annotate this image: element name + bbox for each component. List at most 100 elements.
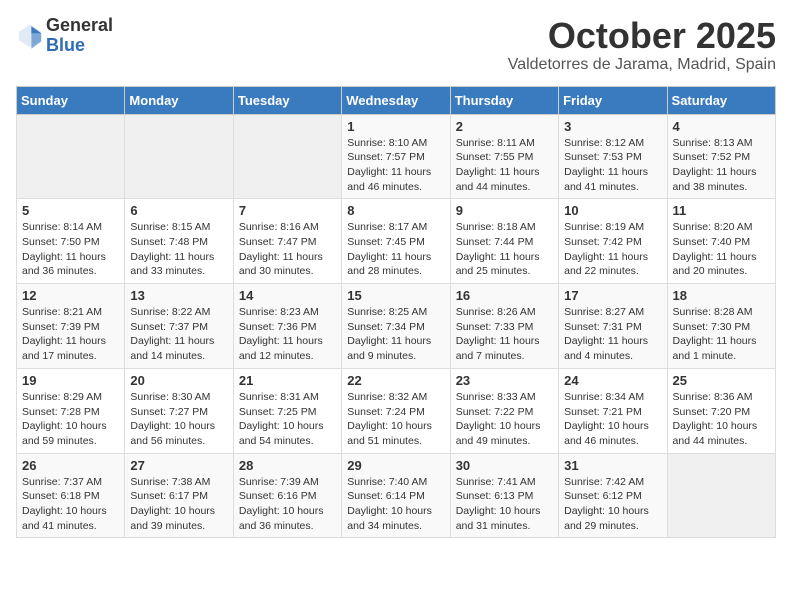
day-info: Sunrise: 8:31 AM Sunset: 7:25 PM Dayligh… [239,390,336,449]
day-number: 10 [564,203,661,218]
day-info: Sunrise: 8:22 AM Sunset: 7:37 PM Dayligh… [130,305,227,364]
calendar-cell: 31Sunrise: 7:42 AM Sunset: 6:12 PM Dayli… [559,453,667,538]
day-info: Sunrise: 8:30 AM Sunset: 7:27 PM Dayligh… [130,390,227,449]
logo: General Blue [16,16,113,56]
day-number: 6 [130,203,227,218]
calendar-cell: 14Sunrise: 8:23 AM Sunset: 7:36 PM Dayli… [233,284,341,369]
calendar-body: 1 Sunrise: 8:10 AM Sunset: 7:57 PM Daylig… [17,114,776,538]
day-number: 11 [673,203,770,218]
day-number: 22 [347,373,444,388]
day-number: 18 [673,288,770,303]
day-info: Sunrise: 8:29 AM Sunset: 7:28 PM Dayligh… [22,390,119,449]
calendar-cell: 9 Sunrise: 8:18 AM Sunset: 7:44 PM Daylig… [450,199,558,284]
calendar-cell: 8Sunrise: 8:17 AM Sunset: 7:45 PM Daylig… [342,199,450,284]
calendar-cell: 22 Sunrise: 8:32 AM Sunset: 7:24 PM Dayli… [342,368,450,453]
calendar-cell: 25 Sunrise: 8:36 AM Sunset: 7:20 PM Dayli… [667,368,775,453]
day-info: Sunrise: 8:25 AM Sunset: 7:34 PM Dayligh… [347,305,444,364]
day-info: Sunrise: 7:40 AM Sunset: 6:14 PM Dayligh… [347,475,444,534]
calendar-cell: 30 Sunrise: 7:41 AM Sunset: 6:13 PM Dayli… [450,453,558,538]
day-info: Sunrise: 8:10 AM Sunset: 7:57 PM Dayligh… [347,136,444,195]
calendar-cell: 16 Sunrise: 8:26 AM Sunset: 7:33 PM Dayli… [450,284,558,369]
day-number: 19 [22,373,119,388]
day-number: 29 [347,458,444,473]
calendar-cell: 20 Sunrise: 8:30 AM Sunset: 7:27 PM Dayli… [125,368,233,453]
weekday-header-thursday: Thursday [450,86,558,114]
day-number: 28 [239,458,336,473]
logo-icon [16,22,44,50]
calendar-cell: 15Sunrise: 8:25 AM Sunset: 7:34 PM Dayli… [342,284,450,369]
calendar-cell: 5 Sunrise: 8:14 AM Sunset: 7:50 PM Daylig… [17,199,125,284]
weekday-header-monday: Monday [125,86,233,114]
month-title: October 2025 [508,16,776,56]
day-info: Sunrise: 8:26 AM Sunset: 7:33 PM Dayligh… [456,305,553,364]
day-number: 17 [564,288,661,303]
calendar-cell: 3Sunrise: 8:12 AM Sunset: 7:53 PM Daylig… [559,114,667,199]
logo-blue: Blue [46,36,113,56]
day-number: 16 [456,288,553,303]
calendar-cell: 21Sunrise: 8:31 AM Sunset: 7:25 PM Dayli… [233,368,341,453]
calendar-cell [233,114,341,199]
calendar-cell [667,453,775,538]
day-info: Sunrise: 8:32 AM Sunset: 7:24 PM Dayligh… [347,390,444,449]
weekday-row: SundayMondayTuesdayWednesdayThursdayFrid… [17,86,776,114]
day-info: Sunrise: 8:18 AM Sunset: 7:44 PM Dayligh… [456,220,553,279]
calendar-cell: 11 Sunrise: 8:20 AM Sunset: 7:40 PM Dayli… [667,199,775,284]
day-info: Sunrise: 8:28 AM Sunset: 7:30 PM Dayligh… [673,305,770,364]
location: Valdetorres de Jarama, Madrid, Spain [508,56,776,74]
calendar-cell: 23Sunrise: 8:33 AM Sunset: 7:22 PM Dayli… [450,368,558,453]
day-info: Sunrise: 8:16 AM Sunset: 7:47 PM Dayligh… [239,220,336,279]
day-number: 23 [456,373,553,388]
calendar-cell [17,114,125,199]
day-info: Sunrise: 8:36 AM Sunset: 7:20 PM Dayligh… [673,390,770,449]
day-info: Sunrise: 8:34 AM Sunset: 7:21 PM Dayligh… [564,390,661,449]
day-number: 31 [564,458,661,473]
day-info: Sunrise: 7:38 AM Sunset: 6:17 PM Dayligh… [130,475,227,534]
day-number: 13 [130,288,227,303]
title-block: October 2025 Valdetorres de Jarama, Madr… [508,16,776,74]
day-number: 5 [22,203,119,218]
day-number: 9 [456,203,553,218]
day-info: Sunrise: 8:11 AM Sunset: 7:55 PM Dayligh… [456,136,553,195]
day-info: Sunrise: 8:20 AM Sunset: 7:40 PM Dayligh… [673,220,770,279]
calendar-table: SundayMondayTuesdayWednesdayThursdayFrid… [16,86,776,539]
weekday-header-saturday: Saturday [667,86,775,114]
day-info: Sunrise: 7:37 AM Sunset: 6:18 PM Dayligh… [22,475,119,534]
day-number: 30 [456,458,553,473]
calendar-cell: 28 Sunrise: 7:39 AM Sunset: 6:16 PM Dayli… [233,453,341,538]
day-info: Sunrise: 8:15 AM Sunset: 7:48 PM Dayligh… [130,220,227,279]
calendar-cell: 13 Sunrise: 8:22 AM Sunset: 7:37 PM Dayli… [125,284,233,369]
calendar-cell: 2 Sunrise: 8:11 AM Sunset: 7:55 PM Daylig… [450,114,558,199]
weekday-header-wednesday: Wednesday [342,86,450,114]
day-info: Sunrise: 8:27 AM Sunset: 7:31 PM Dayligh… [564,305,661,364]
calendar-cell: 18 Sunrise: 8:28 AM Sunset: 7:30 PM Dayli… [667,284,775,369]
weekday-header-sunday: Sunday [17,86,125,114]
day-number: 2 [456,119,553,134]
day-number: 1 [347,119,444,134]
day-number: 4 [673,119,770,134]
day-info: Sunrise: 7:41 AM Sunset: 6:13 PM Dayligh… [456,475,553,534]
day-info: Sunrise: 7:39 AM Sunset: 6:16 PM Dayligh… [239,475,336,534]
calendar-cell: 7 Sunrise: 8:16 AM Sunset: 7:47 PM Daylig… [233,199,341,284]
logo-text: General Blue [46,16,113,56]
calendar-cell: 17 Sunrise: 8:27 AM Sunset: 7:31 PM Dayli… [559,284,667,369]
day-number: 20 [130,373,227,388]
calendar-cell [125,114,233,199]
weekday-header-tuesday: Tuesday [233,86,341,114]
day-number: 27 [130,458,227,473]
day-number: 24 [564,373,661,388]
day-number: 12 [22,288,119,303]
calendar-cell: 26 Sunrise: 7:37 AM Sunset: 6:18 PM Dayli… [17,453,125,538]
day-info: Sunrise: 8:14 AM Sunset: 7:50 PM Dayligh… [22,220,119,279]
day-number: 7 [239,203,336,218]
weekday-header-friday: Friday [559,86,667,114]
day-number: 25 [673,373,770,388]
day-info: Sunrise: 8:12 AM Sunset: 7:53 PM Dayligh… [564,136,661,195]
calendar-cell: 10Sunrise: 8:19 AM Sunset: 7:42 PM Dayli… [559,199,667,284]
calendar-cell: 6 Sunrise: 8:15 AM Sunset: 7:48 PM Daylig… [125,199,233,284]
day-info: Sunrise: 8:21 AM Sunset: 7:39 PM Dayligh… [22,305,119,364]
calendar-header: SundayMondayTuesdayWednesdayThursdayFrid… [17,86,776,114]
calendar-cell: 1 Sunrise: 8:10 AM Sunset: 7:57 PM Daylig… [342,114,450,199]
day-info: Sunrise: 8:17 AM Sunset: 7:45 PM Dayligh… [347,220,444,279]
calendar-cell: 27 Sunrise: 7:38 AM Sunset: 6:17 PM Dayli… [125,453,233,538]
day-number: 26 [22,458,119,473]
